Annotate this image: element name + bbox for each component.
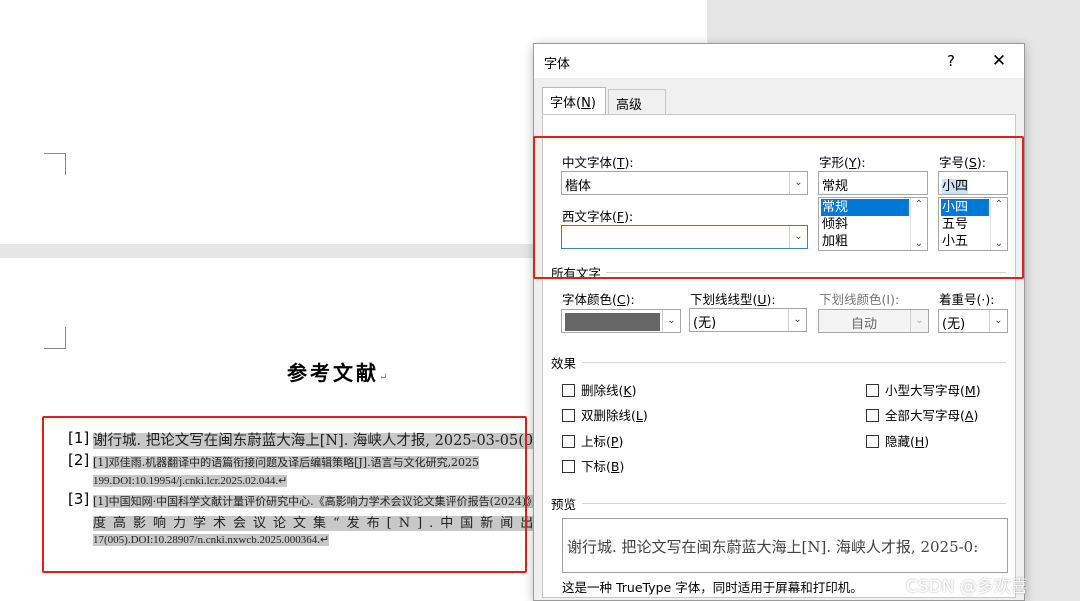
highlight-annotation-box — [42, 416, 527, 573]
all-caps-checkbox[interactable]: 全部大写字母(A) — [866, 405, 978, 424]
font-dialog: 字体 ? ✕ 字体(N) 高级(V) 中文字体(T): 楷体 ⌄ 西文字体(F)… — [533, 43, 1025, 601]
crop-mark — [44, 327, 66, 349]
chevron-down-icon: ⌄ — [989, 310, 1007, 332]
small-caps-checkbox[interactable]: 小型大写字母(M) — [866, 380, 981, 399]
watermark: CSDN @多欢喜 — [906, 577, 1028, 597]
references-heading: 参考文献↵ — [287, 361, 388, 385]
preview-text: 谢行城. 把论文写在闽东蔚蓝大海上[N]. 海峡人才报, 2025-0: — [567, 538, 979, 556]
tab-advanced[interactable]: 高级(V) — [608, 89, 666, 128]
strikethrough-checkbox[interactable]: 删除线(K) — [562, 380, 636, 399]
color-swatch — [565, 313, 660, 331]
preview-pane: 谢行城. 把论文写在闽东蔚蓝大海上[N]. 海峡人才报, 2025-0: — [562, 518, 1008, 573]
tab-font[interactable]: 字体(N) — [542, 87, 606, 115]
preview-section-label: 预览 — [551, 497, 577, 512]
hidden-checkbox[interactable]: 隐藏(H) — [866, 431, 929, 450]
emphasis-mark-select[interactable]: (无) ⌄ — [938, 309, 1008, 333]
chevron-down-icon: ⌄ — [788, 309, 806, 331]
emphasis-mark-label: 着重号(·): — [939, 292, 995, 307]
crop-mark — [44, 153, 66, 175]
subscript-checkbox[interactable]: 下标(B) — [562, 456, 624, 475]
effects-section-label: 效果 — [551, 356, 577, 371]
underline-type-label: 下划线线型(U): — [690, 292, 776, 307]
chevron-down-icon: ⌄ — [910, 310, 928, 332]
underline-type-select[interactable]: (无) ⌄ — [689, 308, 807, 332]
close-button[interactable]: ✕ — [984, 50, 1014, 72]
double-strikethrough-checkbox[interactable]: 双删除线(L) — [562, 405, 648, 424]
font-color-label: 字体颜色(C): — [562, 292, 635, 307]
underline-color-label: 下划线颜色(I): — [819, 292, 900, 307]
dialog-title: 字体 — [544, 57, 571, 72]
font-color-select[interactable]: ⌄ — [561, 309, 681, 333]
divider — [582, 503, 1006, 504]
chevron-down-icon: ⌄ — [662, 310, 680, 332]
underline-color-select: 自动 ⌄ — [818, 309, 929, 333]
help-button[interactable]: ? — [936, 50, 966, 72]
font-type-note: 这是一种 TrueType 字体，同时适用于屏幕和打印机。 — [562, 580, 863, 595]
divider — [582, 362, 1006, 363]
superscript-checkbox[interactable]: 上标(P) — [562, 431, 623, 450]
dialog-titlebar: 字体 ? ✕ — [534, 44, 1024, 78]
highlight-annotation-box — [533, 136, 1024, 279]
